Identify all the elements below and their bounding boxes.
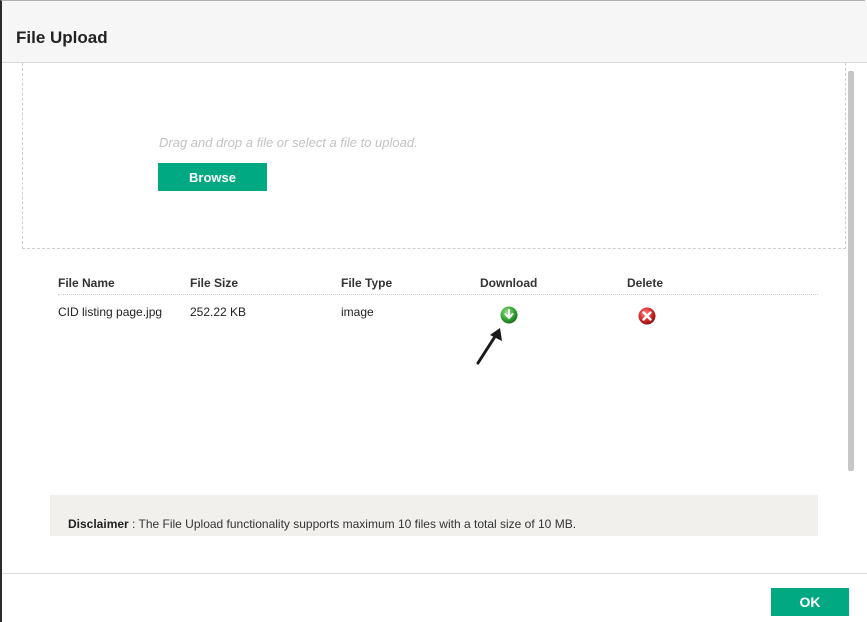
footer-divider: [2, 573, 867, 574]
column-header-file-name: File Name: [58, 276, 115, 290]
drop-zone[interactable]: [22, 63, 846, 249]
download-icon[interactable]: [500, 306, 518, 324]
delete-icon[interactable]: [638, 307, 656, 325]
table-header-divider: [58, 294, 818, 295]
cell-file-name: CID listing page.jpg: [58, 305, 163, 319]
cell-file-size: 252.22 KB: [190, 305, 247, 319]
disclaimer-label: Disclaimer: [68, 517, 129, 531]
disclaimer-box: Disclaimer : The File Upload functionali…: [50, 495, 818, 536]
column-header-file-type: File Type: [341, 276, 393, 290]
disclaimer-text: Disclaimer : The File Upload functionali…: [68, 517, 576, 531]
dialog-title: File Upload: [16, 28, 108, 47]
ok-button[interactable]: OK: [771, 588, 849, 616]
dialog-header: File Upload: [2, 1, 867, 63]
column-header-delete: Delete: [627, 276, 664, 290]
file-upload-dialog: File Upload Drag and drop a file or sele…: [0, 0, 867, 622]
cell-file-type: image: [341, 305, 374, 319]
disclaimer-separator: :: [128, 517, 139, 531]
browse-button[interactable]: Browse: [158, 163, 267, 191]
arrow-pointer-icon: [476, 328, 502, 365]
disclaimer-body: The File Upload functionality supports m…: [138, 517, 577, 531]
scrollbar[interactable]: [848, 71, 854, 471]
column-header-file-size: File Size: [190, 276, 239, 290]
column-header-download: Download: [480, 276, 538, 290]
drop-hint: Drag and drop a file or select a file to…: [159, 135, 418, 150]
